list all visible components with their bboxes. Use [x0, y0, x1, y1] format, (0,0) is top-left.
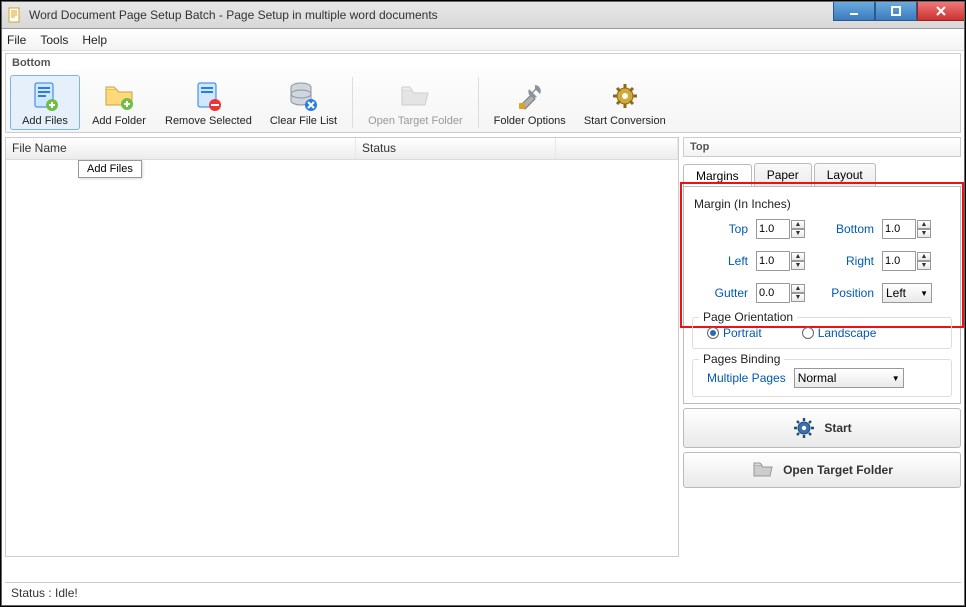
spin-down-icon[interactable]: ▼: [791, 293, 805, 302]
label-top: Top: [694, 222, 750, 236]
toolbar: Add Files Add Folder Remove Selected Cle…: [6, 69, 960, 132]
toolbar-section-label: Bottom: [5, 53, 961, 69]
list-header: File Name Status: [6, 138, 678, 160]
label-multiple-pages: Multiple Pages: [707, 371, 786, 385]
radio-landscape[interactable]: Landscape: [802, 326, 877, 340]
margin-bottom-input[interactable]: ▲▼: [882, 219, 940, 239]
status-bar: Status : Idle!: [5, 582, 961, 602]
add-files-button[interactable]: Add Files: [10, 75, 80, 130]
column-file-name[interactable]: File Name: [6, 138, 356, 159]
spin-up-icon[interactable]: ▲: [791, 252, 805, 261]
open-target-folder-big-button[interactable]: Open Target Folder: [683, 452, 961, 488]
tooltip: Add Files: [78, 160, 142, 178]
spin-up-icon[interactable]: ▲: [917, 252, 931, 261]
start-label: Start: [824, 421, 851, 435]
folder-open-icon: [751, 457, 775, 484]
open-target-label: Open Target Folder: [783, 463, 893, 477]
right-section-label: Top: [683, 137, 961, 157]
column-empty[interactable]: [556, 138, 678, 159]
open-target-folder-button[interactable]: Open Target Folder: [361, 75, 470, 130]
clear-list-label: Clear File List: [270, 115, 337, 127]
tab-margins[interactable]: Margins: [683, 164, 752, 187]
close-button[interactable]: [917, 1, 965, 21]
label-bottom: Bottom: [820, 222, 876, 236]
spin-up-icon[interactable]: ▲: [917, 220, 931, 229]
folder-add-icon: [101, 78, 137, 114]
margin-left-input[interactable]: ▲▼: [756, 251, 814, 271]
multiple-pages-select[interactable]: Normal▼: [794, 368, 904, 388]
file-add-icon: [27, 78, 63, 114]
label-right: Right: [820, 254, 876, 268]
spin-down-icon[interactable]: ▼: [917, 229, 931, 238]
binding-group: Pages Binding Multiple Pages Normal▼: [692, 359, 952, 397]
orientation-group: Page Orientation Portrait Landscape: [692, 317, 952, 349]
toolbar-separator: [478, 77, 479, 128]
menu-help[interactable]: Help: [82, 33, 107, 47]
label-left: Left: [694, 254, 750, 268]
file-list[interactable]: File Name Status Add Files: [5, 137, 679, 557]
start-conversion-label: Start Conversion: [584, 115, 666, 127]
spin-down-icon[interactable]: ▼: [791, 229, 805, 238]
tools-icon: [512, 78, 548, 114]
margin-group-title: Margin (In Inches): [694, 197, 956, 211]
toolbar-separator: [352, 77, 353, 128]
margin-right-input[interactable]: ▲▼: [882, 251, 940, 271]
position-select[interactable]: Left▼: [882, 283, 932, 303]
spin-up-icon[interactable]: ▲: [791, 220, 805, 229]
menu-bar: File Tools Help: [1, 29, 965, 51]
gear-icon: [607, 78, 643, 114]
spin-up-icon[interactable]: ▲: [791, 284, 805, 293]
title-bar: Word Document Page Setup Batch - Page Se…: [1, 1, 965, 29]
radio-icon: [802, 327, 814, 339]
start-button[interactable]: Start: [683, 408, 961, 448]
spin-down-icon[interactable]: ▼: [917, 261, 931, 270]
database-clear-icon: [285, 78, 321, 114]
radio-portrait[interactable]: Portrait: [707, 326, 762, 340]
window-title: Word Document Page Setup Batch - Page Se…: [29, 8, 438, 22]
open-target-folder-label: Open Target Folder: [368, 115, 463, 127]
binding-title: Pages Binding: [699, 352, 784, 366]
folder-options-button[interactable]: Folder Options: [487, 75, 573, 130]
add-folder-button[interactable]: Add Folder: [84, 75, 154, 130]
add-folder-label: Add Folder: [92, 115, 146, 127]
minimize-button[interactable]: [833, 1, 875, 21]
gutter-input[interactable]: ▲▼: [756, 283, 814, 303]
folder-open-icon: [397, 78, 433, 114]
tab-content-margins: Margin (In Inches) Top ▲▼ Bottom ▲▼ Left…: [683, 186, 961, 404]
label-gutter: Gutter: [694, 286, 750, 300]
column-status[interactable]: Status: [356, 138, 556, 159]
spin-down-icon[interactable]: ▼: [791, 261, 805, 270]
add-files-label: Add Files: [22, 115, 68, 127]
maximize-button[interactable]: [875, 1, 917, 21]
label-position: Position: [820, 286, 876, 300]
menu-tools[interactable]: Tools: [40, 33, 68, 47]
tab-layout[interactable]: Layout: [814, 163, 876, 186]
folder-options-label: Folder Options: [494, 115, 566, 127]
margin-top-input[interactable]: ▲▼: [756, 219, 814, 239]
clear-list-button[interactable]: Clear File List: [263, 75, 344, 130]
chevron-down-icon: ▼: [920, 289, 928, 298]
chevron-down-icon: ▼: [892, 374, 900, 383]
remove-selected-button[interactable]: Remove Selected: [158, 75, 259, 130]
gear-icon: [792, 416, 816, 440]
status-text: Status : Idle!: [11, 586, 78, 600]
app-icon: [7, 7, 23, 23]
tab-paper[interactable]: Paper: [754, 163, 812, 186]
menu-file[interactable]: File: [7, 33, 26, 47]
orientation-title: Page Orientation: [699, 310, 797, 324]
tab-strip: Margins Paper Layout: [683, 163, 961, 186]
radio-icon: [707, 327, 719, 339]
file-remove-icon: [190, 78, 226, 114]
remove-selected-label: Remove Selected: [165, 115, 252, 127]
start-conversion-button[interactable]: Start Conversion: [577, 75, 673, 130]
